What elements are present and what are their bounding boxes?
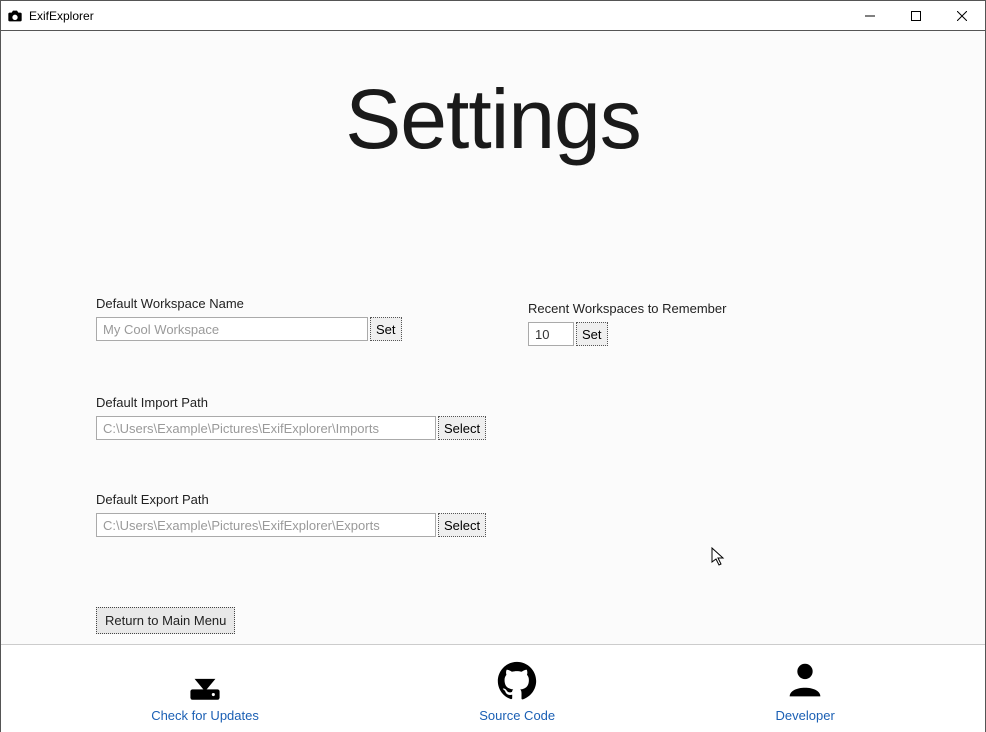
footer-source[interactable]: Source Code xyxy=(479,658,555,723)
footer-updates[interactable]: Check for Updates xyxy=(151,658,259,723)
footer: Check for Updates Source Code Developer xyxy=(1,644,985,732)
workspace-name-input[interactable] xyxy=(96,317,368,341)
recent-workspaces-label: Recent Workspaces to Remember xyxy=(528,301,726,316)
workspace-name-set-button[interactable]: Set xyxy=(370,317,402,341)
app-icon xyxy=(7,8,23,24)
recent-workspaces-input[interactable] xyxy=(528,322,574,346)
page-title: Settings xyxy=(9,31,977,168)
return-main-menu-button[interactable]: Return to Main Menu xyxy=(96,607,235,634)
footer-developer[interactable]: Developer xyxy=(776,658,835,723)
app-title: ExifExplorer xyxy=(29,9,94,23)
export-path-input[interactable] xyxy=(96,513,436,537)
recent-workspaces-set-button[interactable]: Set xyxy=(576,322,608,346)
minimize-button[interactable] xyxy=(847,1,893,30)
content-area: Settings Default Workspace Name Set Rece… xyxy=(1,31,985,644)
import-path-label: Default Import Path xyxy=(96,395,486,410)
titlebar-left: ExifExplorer xyxy=(1,8,94,24)
download-icon xyxy=(180,658,230,704)
recent-workspaces-group: Recent Workspaces to Remember Set xyxy=(528,301,726,346)
export-path-select-button[interactable]: Select xyxy=(438,513,486,537)
person-icon xyxy=(780,658,830,704)
maximize-button[interactable] xyxy=(893,1,939,30)
export-path-group: Default Export Path Select xyxy=(96,492,486,537)
export-path-label: Default Export Path xyxy=(96,492,486,507)
titlebar: ExifExplorer xyxy=(1,1,985,31)
window-controls xyxy=(847,1,985,30)
footer-source-label: Source Code xyxy=(479,708,555,723)
footer-developer-label: Developer xyxy=(776,708,835,723)
import-path-select-button[interactable]: Select xyxy=(438,416,486,440)
import-path-input[interactable] xyxy=(96,416,436,440)
close-button[interactable] xyxy=(939,1,985,30)
github-icon xyxy=(492,658,542,704)
cursor-icon xyxy=(711,547,727,567)
footer-updates-label: Check for Updates xyxy=(151,708,259,723)
workspace-name-label: Default Workspace Name xyxy=(96,296,402,311)
workspace-name-group: Default Workspace Name Set xyxy=(96,296,402,341)
import-path-group: Default Import Path Select xyxy=(96,395,486,440)
